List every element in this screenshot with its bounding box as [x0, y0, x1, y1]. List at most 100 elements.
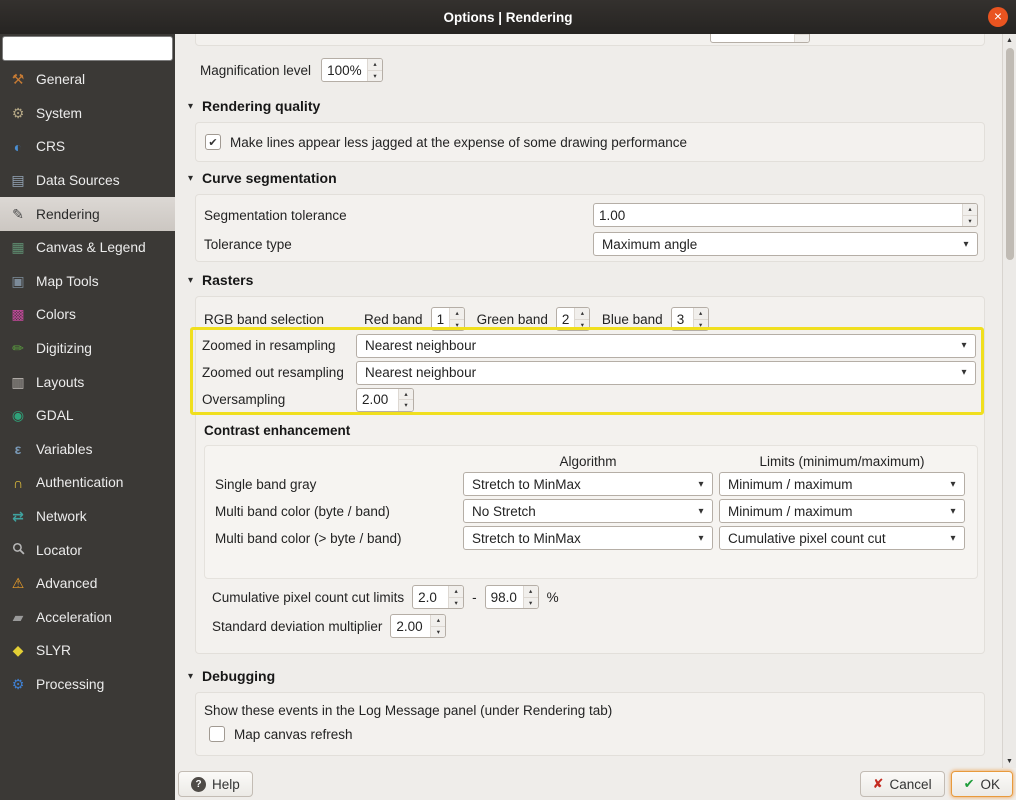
sidebar-item-label: Colors — [36, 307, 76, 323]
spin-down-icon[interactable]: ▾ — [431, 626, 446, 637]
scrollbar[interactable]: ▲ ▼ — [1002, 34, 1016, 768]
spin-up-icon[interactable]: ▴ — [449, 586, 464, 598]
collapse-icon: ▾ — [188, 172, 194, 184]
sidebar-search-input[interactable] — [14, 38, 190, 59]
chevron-down-icon: ▾ — [950, 505, 956, 517]
sidebar-item-crs[interactable]: ◐ CRS — [0, 130, 175, 164]
section-title: Rasters — [202, 272, 254, 288]
segmentation-tolerance-spinbox[interactable]: 1.00 ▴ ▾ — [593, 203, 978, 227]
ok-icon: ✔ — [963, 776, 975, 791]
chevron-down-icon: ▾ — [698, 532, 704, 544]
single-band-gray-algorithm-combobox[interactable]: Stretch to MinMax ▾ — [463, 472, 713, 496]
combo-value: Minimum / maximum — [728, 476, 853, 492]
sidebar-item-label: Map Tools — [36, 273, 99, 289]
layers-icon: ▤ — [11, 172, 25, 189]
spin-up-icon[interactable]: ▴ — [523, 586, 538, 598]
multi-band-gt-byte-label: Multi band color (> byte / band) — [215, 530, 402, 546]
multi-band-gt-byte-limits-combobox[interactable]: Cumulative pixel count cut ▾ — [719, 526, 965, 550]
algorithm-column-header: Algorithm — [559, 454, 617, 469]
limits-column-header: Limits (minimum/maximum) — [759, 454, 925, 469]
scroll-up-icon[interactable]: ▲ — [1003, 37, 1016, 44]
zoomed-in-resampling-label: Zoomed in resampling — [202, 338, 336, 353]
multi-band-byte-algorithm-combobox[interactable]: No Stretch ▾ — [463, 499, 713, 523]
map-canvas-refresh-checkbox[interactable] — [209, 726, 225, 742]
sidebar-item-colors[interactable]: ▩ Colors — [0, 298, 175, 332]
sidebar-item-label: General — [36, 72, 86, 88]
curve-segmentation-panel: Segmentation tolerance 1.00 ▴ ▾ Toleranc… — [195, 194, 985, 262]
sidebar-item-system[interactable]: ⚙ System — [0, 97, 175, 131]
layout-icon: ▥ — [11, 373, 25, 390]
spin-value: 100% — [327, 62, 362, 78]
multi-band-gt-byte-algorithm-combobox[interactable]: Stretch to MinMax ▾ — [463, 526, 713, 550]
combo-value: Nearest neighbour — [365, 338, 477, 353]
sidebar-item-layouts[interactable]: ▥ Layouts — [0, 365, 175, 399]
percent-sign: % — [546, 589, 559, 605]
close-button[interactable]: × — [988, 7, 1008, 27]
sidebar-item-authentication[interactable]: ∩ Authentication — [0, 466, 175, 500]
sidebar-item-variables[interactable]: ε Variables — [0, 433, 175, 467]
sidebar-item-label: Network — [36, 509, 87, 525]
combo-value: No Stretch — [472, 503, 536, 519]
cumulative-max-spinbox[interactable]: 98.0 ▴ ▾ — [484, 585, 539, 609]
oversampling-spinbox[interactable]: 2.00 ▴ ▾ — [356, 387, 414, 412]
partial-spinbox[interactable] — [710, 34, 810, 43]
green-band-label: Green band — [476, 311, 548, 327]
spin-up-icon[interactable]: ▴ — [963, 204, 977, 216]
scrollbar-thumb[interactable] — [1006, 48, 1014, 260]
sidebar-item-label: Layouts — [36, 374, 85, 390]
sidebar-item-general[interactable]: ⚒ General — [0, 63, 175, 97]
sidebar-item-locator[interactable]: Locator — [0, 533, 175, 567]
single-band-gray-limits-combobox[interactable]: Minimum / maximum ▾ — [719, 472, 965, 496]
sidebar-item-canvas-legend[interactable]: ▦ Canvas & Legend — [0, 231, 175, 265]
cancel-button[interactable]: ✘ Cancel — [859, 771, 945, 797]
sidebar-item-processing[interactable]: ⚙ Processing — [0, 668, 175, 702]
section-curve-segmentation[interactable]: ▾ Curve segmentation — [188, 170, 337, 186]
options-content: Magnification level 100% ▴ ▾ ▾ Rendering… — [175, 34, 1002, 768]
sidebar-item-gdal[interactable]: ◉ GDAL — [0, 399, 175, 433]
combo-value: Stretch to MinMax — [472, 476, 581, 492]
tolerance-type-label: Tolerance type — [204, 237, 292, 252]
debugging-description: Show these events in the Log Message pan… — [204, 703, 613, 718]
sidebar-item-acceleration[interactable]: ▰ Acceleration — [0, 601, 175, 635]
help-button[interactable]: ? Help — [178, 771, 253, 797]
spin-up-icon[interactable]: ▴ — [450, 308, 464, 320]
sidebar-item-map-tools[interactable]: ▣ Map Tools — [0, 265, 175, 299]
sidebar-item-network[interactable]: ⇄ Network — [0, 500, 175, 534]
contrast-enhancement-title: Contrast enhancement — [204, 423, 351, 438]
ok-button[interactable]: ✔ OK — [950, 771, 1013, 797]
section-debugging[interactable]: ▾ Debugging — [188, 668, 275, 684]
scroll-down-icon[interactable]: ▼ — [1003, 758, 1016, 765]
spin-down-icon[interactable]: ▾ — [368, 70, 383, 81]
antialias-label: Make lines appear less jagged at the exp… — [230, 134, 688, 150]
sidebar-item-slyr[interactable]: ◆ SLYR — [0, 634, 175, 668]
magnification-spinbox[interactable]: 100% ▴ ▾ — [321, 58, 384, 82]
antialias-checkbox[interactable]: ✔ — [205, 134, 221, 150]
spin-up-icon[interactable]: ▴ — [693, 308, 708, 320]
spin-up-icon[interactable]: ▴ — [431, 615, 446, 627]
collapse-icon: ▾ — [188, 100, 194, 112]
spin-up-icon[interactable]: ▴ — [399, 388, 413, 400]
sidebar-item-digitizing[interactable]: ✏ Digitizing — [0, 332, 175, 366]
spin-down-icon[interactable]: ▾ — [963, 215, 977, 226]
sidebar-item-data-sources[interactable]: ▤ Data Sources — [0, 164, 175, 198]
ok-button-label: OK — [980, 776, 1000, 792]
tolerance-type-combobox[interactable]: Maximum angle ▾ — [593, 232, 978, 256]
spin-up-icon[interactable]: ▴ — [368, 59, 383, 71]
cumulative-min-spinbox[interactable]: 2.0 ▴ ▾ — [412, 585, 465, 609]
section-rendering-quality[interactable]: ▾ Rendering quality — [188, 98, 320, 114]
sidebar-search[interactable] — [2, 36, 190, 61]
section-rasters[interactable]: ▾ Rasters — [188, 272, 253, 288]
std-deviation-spinbox[interactable]: 2.00 ▴ ▾ — [390, 614, 447, 638]
sidebar-item-advanced[interactable]: ⚠ Advanced — [0, 567, 175, 601]
zoomed-in-resampling-combobox[interactable]: Nearest neighbour ▾ — [356, 333, 976, 358]
spin-down-icon[interactable]: ▾ — [449, 597, 464, 608]
sidebar-item-label: CRS — [36, 139, 66, 155]
sidebar-item-rendering[interactable]: ✎ Rendering — [0, 197, 175, 231]
spin-up-icon[interactable]: ▴ — [575, 308, 589, 320]
spin-down-icon[interactable]: ▾ — [523, 597, 538, 608]
combo-value: Minimum / maximum — [728, 503, 853, 519]
spin-down-icon[interactable]: ▾ — [399, 400, 413, 411]
zoomed-out-resampling-combobox[interactable]: Nearest neighbour ▾ — [356, 360, 976, 385]
cancel-button-label: Cancel — [889, 776, 932, 792]
multi-band-byte-limits-combobox[interactable]: Minimum / maximum ▾ — [719, 499, 965, 523]
